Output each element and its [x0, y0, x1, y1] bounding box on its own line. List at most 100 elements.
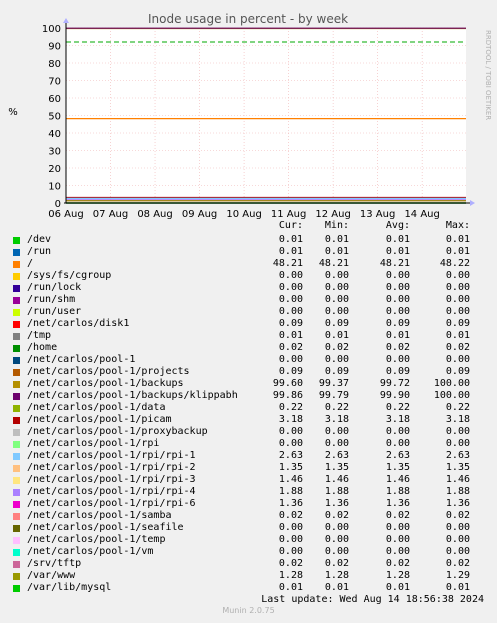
header-min: Min: — [324, 220, 349, 231]
legend-row: /net/carlos/pool-1/vm 0.00 0.00 0.00 0.00 — [0, 546, 497, 558]
x-tick-label: 13 Aug — [360, 209, 395, 220]
legend-value-max: 0.09 — [445, 366, 470, 377]
legend-value-avg: 0.00 — [385, 282, 410, 293]
legend-row: /net/carlos/pool-1/backups/klippabh 99.86… — [0, 390, 497, 402]
legend-value-avg: 0.02 — [385, 342, 410, 353]
legend-value-max: 0.00 — [445, 306, 470, 317]
x-tick-label: 06 Aug — [48, 209, 83, 220]
legend-row: /net/carlos/pool-1/proxybackup 0.00 0.00 0.… — [0, 426, 497, 438]
legend-value-avg: 2.63 — [385, 450, 410, 461]
legend-value-max: 0.01 — [445, 582, 470, 593]
legend-row: /net/carlos/pool-1/rpi/rpi-4 1.88 1.88 1.88… — [0, 486, 497, 498]
y-tick-label: 100 — [42, 24, 61, 35]
legend-swatch — [13, 561, 20, 568]
legend-label: /home — [27, 342, 58, 353]
legend-row: /net/carlos/pool-1/picam 3.18 3.18 3.18 3.18 — [0, 414, 497, 426]
legend-value-min: 0.01 — [324, 330, 349, 341]
legend-label: /run/lock — [27, 282, 82, 293]
legend-value-max: 3.18 — [445, 414, 470, 425]
y-axis-arrow-icon — [63, 18, 69, 23]
legend-value-min: 0.02 — [324, 510, 349, 521]
legend-value-min: 0.00 — [324, 438, 349, 449]
legend-value-min: 0.00 — [324, 282, 349, 293]
legend-value-avg: 1.35 — [385, 462, 410, 473]
legend-swatch — [13, 273, 20, 280]
legend-row: /net/carlos/pool-1 0.00 0.00 0.00 0.00 — [0, 354, 497, 366]
legend-label: /net/carlos/pool-1/rpi/rpi-4 — [27, 486, 196, 497]
legend-row: /net/carlos/disk1 0.09 0.09 0.09 0.09 — [0, 318, 497, 330]
legend-value-max: 0.00 — [445, 270, 470, 281]
legend-label: /srv/tftp — [27, 558, 82, 569]
chart-title: Inode usage in percent - by week — [148, 12, 348, 26]
legend-swatch — [13, 381, 20, 388]
legend-value-max: 0.00 — [445, 282, 470, 293]
header-avg: Avg: — [385, 220, 410, 231]
legend-value-min: 3.18 — [324, 414, 349, 425]
legend-value-avg: 0.01 — [385, 330, 410, 341]
legend-value-avg: 0.09 — [385, 318, 410, 329]
legend-row: /net/carlos/pool-1/data 0.22 0.22 0.22 0.22 — [0, 402, 497, 414]
x-tick-label: 10 Aug — [226, 209, 261, 220]
legend-label: /run — [27, 246, 52, 257]
inode-usage-chart: Inode usage in percent - by week % RRDTO… — [8, 12, 492, 220]
legend-swatch — [13, 369, 20, 376]
legend-swatch — [13, 237, 20, 244]
legend-value-max: 100.00 — [433, 390, 470, 401]
legend-swatch — [13, 261, 20, 268]
legend-value-max: 0.02 — [445, 342, 470, 353]
legend-value-min: 0.02 — [324, 558, 349, 569]
legend-value-avg: 0.01 — [385, 582, 410, 593]
legend-swatch — [13, 477, 20, 484]
legend-value-min: 0.00 — [324, 294, 349, 305]
legend-value-avg: 3.18 — [385, 414, 410, 425]
y-tick-label: 50 — [48, 112, 61, 123]
legend-swatch — [13, 465, 20, 472]
legend-swatch — [13, 393, 20, 400]
legend-value-avg: 0.00 — [385, 522, 410, 533]
legend-value-max: 0.00 — [445, 546, 470, 557]
legend-value-max: 0.01 — [445, 246, 470, 257]
header-max: Max: — [445, 220, 470, 231]
legend-row: /net/carlos/pool-1/rpi 0.00 0.00 0.00 0.00 — [0, 438, 497, 450]
legend-swatch — [13, 297, 20, 304]
legend-row: /net/carlos/pool-1/backups 99.60 99.37 99.7… — [0, 378, 497, 390]
legend-label: /net/carlos/disk1 — [27, 318, 130, 329]
legend-value-min: 0.22 — [324, 402, 349, 413]
legend-value-max: 1.88 — [445, 486, 470, 497]
legend-swatch — [13, 285, 20, 292]
legend-value-min: 0.01 — [324, 582, 349, 593]
legend-row: /run/user 0.00 0.00 0.00 0.00 — [0, 306, 497, 318]
legend-row: /net/carlos/pool-1/rpi/rpi-3 1.46 1.46 1.46… — [0, 474, 497, 486]
legend-value-avg: 1.28 — [385, 570, 410, 581]
legend-row: /run/lock 0.00 0.00 0.00 0.00 — [0, 282, 497, 294]
legend-label: /net/carlos/pool-1/projects — [27, 366, 190, 377]
legend-row: /net/carlos/pool-1/rpi/rpi-1 2.63 2.63 2.63… — [0, 450, 497, 462]
legend-row: /net/carlos/pool-1/projects 0.09 0.09 0.09 0… — [0, 366, 497, 378]
x-tick-label: 11 Aug — [271, 209, 306, 220]
legend-value-max: 1.36 — [445, 498, 470, 509]
legend-value-max: 0.00 — [445, 426, 470, 437]
legend-value-min: 0.00 — [324, 354, 349, 365]
legend-label: /tmp — [27, 330, 52, 341]
legend-value-max: 1.29 — [445, 570, 470, 581]
legend-swatch — [13, 405, 20, 412]
x-tick-label: 08 Aug — [137, 209, 172, 220]
legend-label: /net/carlos/pool-1/rpi/rpi-1 — [27, 450, 196, 461]
legend-label: /net/carlos/pool-1 — [27, 354, 136, 365]
legend-label: /net/carlos/pool-1/rpi/rpi-6 — [27, 498, 196, 509]
y-tick-label: 30 — [48, 147, 61, 158]
x-tick-label: 12 Aug — [315, 209, 350, 220]
legend-value-min: 48.21 — [318, 258, 349, 269]
legend-label: /net/carlos/pool-1/seafile — [27, 522, 184, 533]
legend-value-avg: 48.21 — [379, 258, 410, 269]
legend-value-min: 99.79 — [318, 390, 349, 401]
legend-value-min: 0.01 — [324, 246, 349, 257]
y-tick-label: 20 — [48, 164, 61, 175]
legend-value-min: 1.35 — [324, 462, 349, 473]
legend-row: /net/carlos/pool-1/samba 0.02 0.02 0.02 0.02 — [0, 510, 497, 522]
legend-value-max: 2.63 — [445, 450, 470, 461]
legend-value-min: 0.00 — [324, 270, 349, 281]
legend-label: /run/shm — [27, 294, 76, 305]
legend-label: /net/carlos/pool-1/temp — [27, 534, 166, 545]
legend-row: /tmp 0.01 0.01 0.01 0.01 — [0, 330, 497, 342]
